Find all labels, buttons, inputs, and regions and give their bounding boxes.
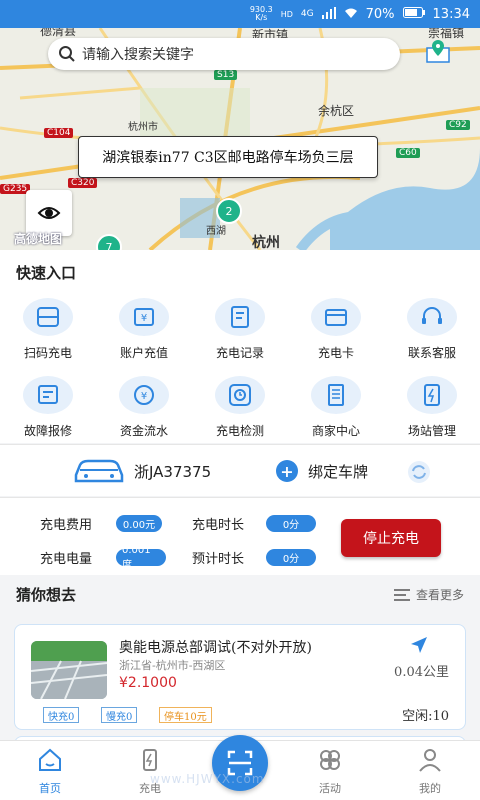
road-badge: C92 [446,120,470,130]
clock: 13:34 [432,6,470,22]
search-bar[interactable]: 请输入搜索关键字 [48,38,400,70]
navigate-icon[interactable] [409,635,429,655]
battery-icon [402,7,425,21]
tab-activity[interactable]: 活动 [290,747,370,796]
repair-icon [23,376,73,414]
parking-fee-tag: 停车10元 [159,707,212,723]
road-badge: C320 [68,178,98,188]
status-bar: 930.3 K/s HD 4G 70% 13:34 [0,0,480,28]
station-tooltip[interactable]: 湖滨银泰in77 C3区邮电路停车场负三层 [78,136,378,178]
headset-icon [407,298,457,336]
duration-value: 0分 [266,515,316,532]
map-place-label: 杭州市 [128,122,158,133]
card-icon [311,298,361,336]
bind-plate-label: 绑定车牌 [308,462,369,481]
quick-item-charge-record[interactable]: 充电记录 [192,298,288,361]
signal-icon [321,6,336,22]
road-badge: S13 [214,70,238,80]
scan-icon [23,298,73,336]
list-icon [393,588,410,601]
map-location-icon[interactable] [424,38,452,66]
estimate-label: 预计时长 [192,552,245,567]
map-view[interactable]: 德清县 新市镇 崇福镇 余杭区 杭州市 西湖 杭州 S13 C104 C92 C… [0,28,480,250]
merchant-icon [311,376,361,414]
bottom-tab-bar: 首页 充电 活动 我的 [0,735,480,800]
station-address: 浙江省-杭州市-西湖区 [119,659,226,672]
station-icon [407,376,457,414]
wallet-icon: ¥ [119,298,169,336]
map-place-label: 余杭区 [318,104,355,118]
quick-item-customer-service[interactable]: 联系客服 [384,298,480,361]
energy-label: 充电电量 [40,552,93,567]
station-photo [31,641,107,699]
quick-item-station-manage[interactable]: 场站管理 [384,376,480,439]
quick-item-scan-charge[interactable]: 扫码充电 [0,298,96,361]
amap-logo: 高德地图 [14,232,63,246]
search-icon [59,46,75,62]
plate-bar: 浙JA37375 + 绑定车牌 [0,444,480,496]
activity-icon [320,750,340,770]
fee-label: 充电费用 [40,518,93,533]
watermark: www.HJWYX.com [150,772,265,786]
quick-item-money-flow[interactable]: ¥ 资金流水 [96,376,192,439]
search-placeholder: 请输入搜索关键字 [82,47,194,63]
network-type: 4G [300,9,314,19]
clock-icon [215,376,265,414]
station-card[interactable]: 奥能电源总部调试(不对外开放) 浙江省-杭州市-西湖区 ¥2.1000 0.04… [14,624,466,730]
quick-entry-panel: 快速入口 扫码充电 ¥ 账户充值 充电记录 充电卡 联系客服 故障报修 ¥ 资金… [0,250,480,443]
duration-label: 充电时长 [192,518,245,533]
svg-text:¥: ¥ [141,391,147,402]
quick-item-charge-card[interactable]: 充电卡 [288,298,384,361]
station-price: ¥2.1000 [119,675,177,691]
wifi-icon [344,7,358,22]
tab-home[interactable]: 首页 [10,747,90,796]
battery-percent: 70% [365,6,395,22]
station-name: 奥能电源总部调试(不对外开放) [119,640,312,656]
eye-icon [37,207,61,219]
map-place-label: 杭州 [252,235,280,250]
tab-mine[interactable]: 我的 [390,747,470,796]
quick-item-recharge[interactable]: ¥ 账户充值 [96,298,192,361]
quick-item-charge-check[interactable]: 充电检测 [192,376,288,439]
stop-charging-button[interactable]: 停止充电 [341,519,441,557]
home-icon [39,748,61,771]
plate-number: 浙JA37375 [134,463,212,481]
svg-text:¥: ¥ [141,313,147,324]
refresh-icon[interactable] [406,459,432,485]
station-distance: 0.04公里 [394,665,449,680]
quick-item-repair[interactable]: 故障报修 [0,376,96,439]
money-flow-icon: ¥ [119,376,169,414]
charger-icon [143,749,157,771]
quick-item-merchant-center[interactable]: 商家中心 [288,376,384,439]
road-badge: C104 [44,128,74,138]
guess-section: 猜你想去 查看更多 奥能电源总部调试(不对外开放) 浙江省-杭州市-西湖区 ¥2… [0,576,480,746]
map-station-cluster[interactable]: 2 [216,198,242,224]
hd-indicator: HD [280,9,293,19]
slow-charge-tag: 慢充0 [101,707,138,723]
estimate-value: 0分 [266,549,316,566]
free-slots: 空闲:10 [402,709,449,724]
plus-icon: + [276,460,298,482]
view-more-link[interactable]: 查看更多 [393,586,464,603]
guess-title: 猜你想去 [16,586,77,604]
map-place-label: 西湖 [206,226,226,237]
energy-value: 0.001度 [116,545,166,571]
fee-value: 0.00元 [116,515,162,532]
fast-charge-tag: 快充0 [43,707,80,723]
car-icon [74,459,124,483]
road-badge: C60 [396,148,420,158]
network-speed: 930.3 K/s [249,5,273,22]
quick-entry-title: 快速入口 [16,264,77,282]
user-icon [419,749,441,772]
bind-plate-button[interactable]: + 绑定车牌 [276,460,368,482]
charging-stats: 充电费用 0.00元 充电时长 0分 充电电量 0.001度 预计时长 0分 停… [0,497,480,575]
record-icon [215,298,265,336]
